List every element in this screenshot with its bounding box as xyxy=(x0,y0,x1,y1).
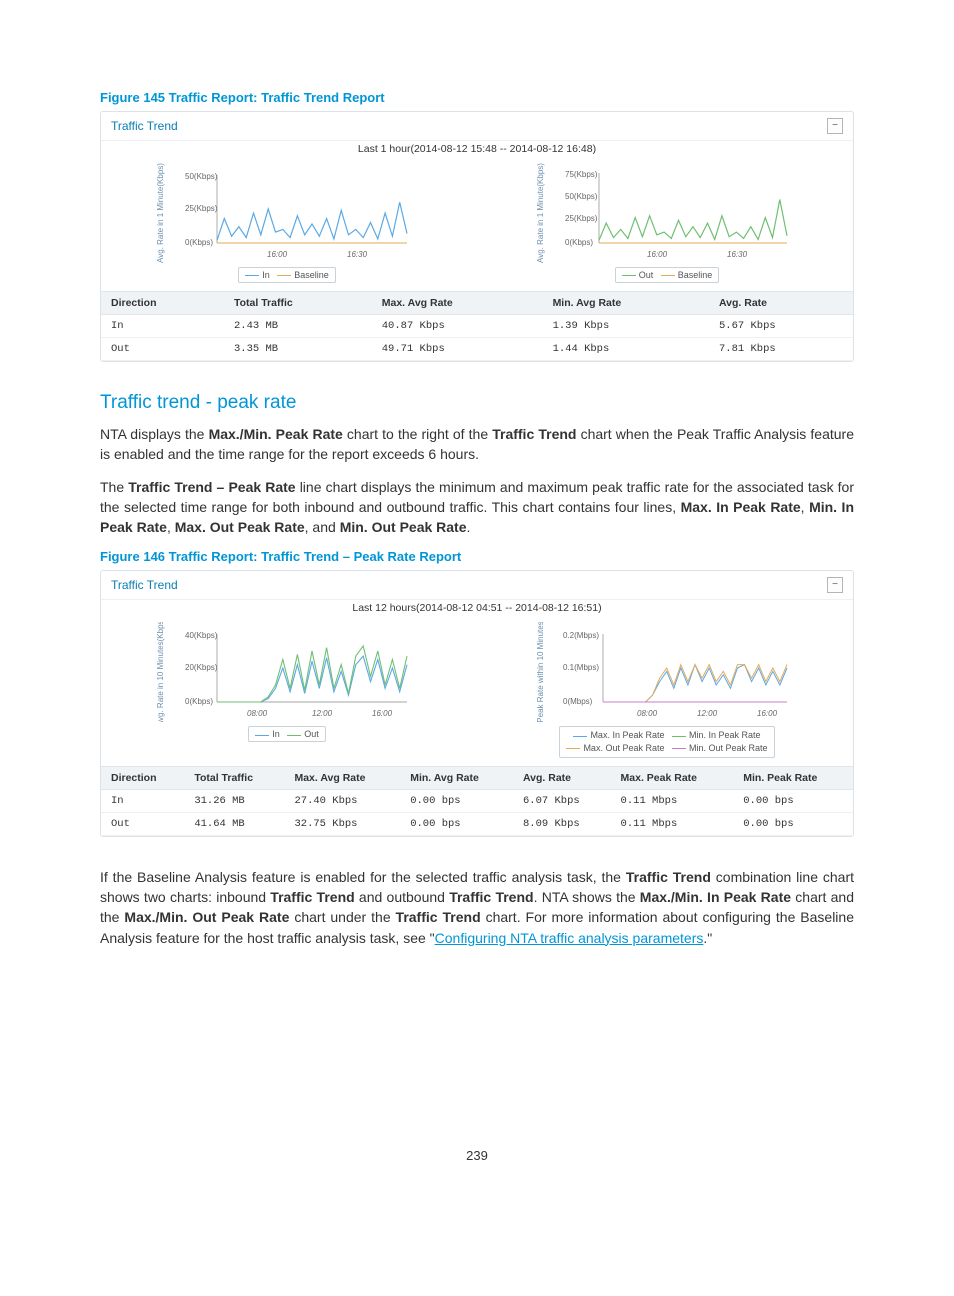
svg-text:0(Kbps): 0(Kbps) xyxy=(185,697,213,706)
svg-text:0.1(Mbps): 0.1(Mbps) xyxy=(563,663,599,672)
page: Figure 145 Traffic Report: Traffic Trend… xyxy=(0,0,954,1223)
legend-146-left: In Out xyxy=(248,726,326,742)
table-row: Out3.35 MB49.71 Kbps1.44 Kbps7.81 Kbps xyxy=(101,338,853,361)
svg-text:16:00: 16:00 xyxy=(372,709,393,718)
svg-text:0.2(Mbps): 0.2(Mbps) xyxy=(563,631,599,640)
panel-title: Traffic Trend xyxy=(111,119,178,133)
svg-text:16:00: 16:00 xyxy=(647,250,668,259)
col-avg: Avg. Rate xyxy=(709,292,853,315)
svg-text:12:00: 12:00 xyxy=(697,709,718,718)
chart-146-left: Avg. Rate in 10 Minutes(Kbps) 40(Kbps) 2… xyxy=(157,622,417,757)
charts-row: Avg. Rate in 1 Minute(Kbps) 50(Kbps) 25(… xyxy=(101,159,853,291)
chart-out-line xyxy=(599,200,787,241)
svg-text:50(Kbps): 50(Kbps) xyxy=(565,192,598,201)
svg-text:0(Kbps): 0(Kbps) xyxy=(565,238,593,247)
svg-text:Avg. Rate in 10 Minutes(Kbps): Avg. Rate in 10 Minutes(Kbps) xyxy=(157,622,165,722)
svg-text:50(Kbps): 50(Kbps) xyxy=(185,172,218,181)
svg-text:16:00: 16:00 xyxy=(757,709,778,718)
charts-row-146: Avg. Rate in 10 Minutes(Kbps) 40(Kbps) 2… xyxy=(101,618,853,765)
chart-out-svg: Avg. Rate in 1 Minute(Kbps) 75(Kbps) 50(… xyxy=(537,163,797,263)
svg-text:Avg. Rate in 1 Minute(Kbps): Avg. Rate in 1 Minute(Kbps) xyxy=(537,163,545,263)
svg-text:25(Kbps): 25(Kbps) xyxy=(565,214,598,223)
panel-title-146: Traffic Trend xyxy=(111,578,178,592)
tail-paragraph: If the Baseline Analysis feature is enab… xyxy=(100,867,854,948)
chart-in-svg: Avg. Rate in 1 Minute(Kbps) 50(Kbps) 25(… xyxy=(157,163,417,263)
legend-146-right: Max. In Peak Rate Min. In Peak Rate Max.… xyxy=(559,726,774,757)
svg-text:25(Kbps): 25(Kbps) xyxy=(185,204,218,213)
chart-146-right: Peak Rate within 10 Minutes 0.2(Mbps) 0.… xyxy=(537,622,797,757)
svg-text:16:00: 16:00 xyxy=(267,250,288,259)
figure-146-tbody: In31.26 MB27.40 Kbps0.00 bps6.07 Kbps0.1… xyxy=(101,789,853,835)
figure-145-panel: Traffic Trend − Last 1 hour(2014-08-12 1… xyxy=(100,111,854,362)
svg-text:08:00: 08:00 xyxy=(247,709,268,718)
figure-145-tbody: In2.43 MB40.87 Kbps1.39 Kbps5.67 KbpsOut… xyxy=(101,315,853,361)
svg-text:20(Kbps): 20(Kbps) xyxy=(185,663,218,672)
table-row: In2.43 MB40.87 Kbps1.39 Kbps5.67 Kbps xyxy=(101,315,853,338)
chart-146-in xyxy=(217,657,407,703)
legend-out: Out Baseline xyxy=(615,267,720,283)
svg-text:Avg. Rate in 1 Minute(Kbps): Avg. Rate in 1 Minute(Kbps) xyxy=(157,163,165,263)
paragraph-2: The Traffic Trend – Peak Rate line chart… xyxy=(100,477,854,538)
svg-text:08:00: 08:00 xyxy=(637,709,658,718)
svg-text:Peak Rate within 10 Minutes: Peak Rate within 10 Minutes xyxy=(537,622,545,722)
table-header-row: Direction Total Traffic Max. Avg Rate Mi… xyxy=(101,766,853,789)
col-min: Min. Avg Rate xyxy=(543,292,709,315)
figure-145-table: Direction Total Traffic Max. Avg Rate Mi… xyxy=(101,291,853,361)
col-direction: Direction xyxy=(101,292,224,315)
figure-145-caption: Figure 145 Traffic Report: Traffic Trend… xyxy=(100,90,854,105)
panel-subtitle-146: Last 12 hours(2014-08-12 04:51 -- 2014-0… xyxy=(101,599,853,618)
minimize-button[interactable]: − xyxy=(827,118,843,134)
section-heading: Traffic trend - peak rate xyxy=(100,392,854,414)
figure-146-caption: Figure 146 Traffic Report: Traffic Trend… xyxy=(100,549,854,564)
svg-text:75(Kbps): 75(Kbps) xyxy=(565,170,598,179)
panel-subtitle: Last 1 hour(2014-08-12 15:48 -- 2014-08-… xyxy=(101,140,853,159)
table-header-row: Direction Total Traffic Max. Avg Rate Mi… xyxy=(101,292,853,315)
chart-146-maxin xyxy=(603,665,787,702)
link-configuring-nta[interactable]: Configuring NTA traffic analysis paramet… xyxy=(435,930,704,946)
figure-146-table: Direction Total Traffic Max. Avg Rate Mi… xyxy=(101,766,853,836)
chart-in: Avg. Rate in 1 Minute(Kbps) 50(Kbps) 25(… xyxy=(157,163,417,283)
svg-text:16:30: 16:30 xyxy=(727,250,748,259)
table-row: Out41.64 MB32.75 Kbps0.00 bps8.09 Kbps0.… xyxy=(101,812,853,835)
panel-header-146: Traffic Trend − xyxy=(101,571,853,599)
svg-text:40(Kbps): 40(Kbps) xyxy=(185,631,218,640)
col-max: Max. Avg Rate xyxy=(372,292,543,315)
chart-in-line xyxy=(217,202,407,240)
panel-header: Traffic Trend − xyxy=(101,112,853,140)
page-number: 239 xyxy=(100,1148,854,1163)
paragraph-1: NTA displays the Max./Min. Peak Rate cha… xyxy=(100,424,854,465)
figure-146-panel: Traffic Trend − Last 12 hours(2014-08-12… xyxy=(100,570,854,836)
minimize-button-146[interactable]: − xyxy=(827,577,843,593)
col-total: Total Traffic xyxy=(224,292,372,315)
table-row: In31.26 MB27.40 Kbps0.00 bps6.07 Kbps0.1… xyxy=(101,789,853,812)
chart-146-out xyxy=(217,646,407,702)
legend-in: In Baseline xyxy=(238,267,336,283)
svg-text:0(Mbps): 0(Mbps) xyxy=(563,697,593,706)
chart-out: Avg. Rate in 1 Minute(Kbps) 75(Kbps) 50(… xyxy=(537,163,797,283)
svg-text:0(Kbps): 0(Kbps) xyxy=(185,238,213,247)
svg-text:12:00: 12:00 xyxy=(312,709,333,718)
svg-text:16:30: 16:30 xyxy=(347,250,368,259)
